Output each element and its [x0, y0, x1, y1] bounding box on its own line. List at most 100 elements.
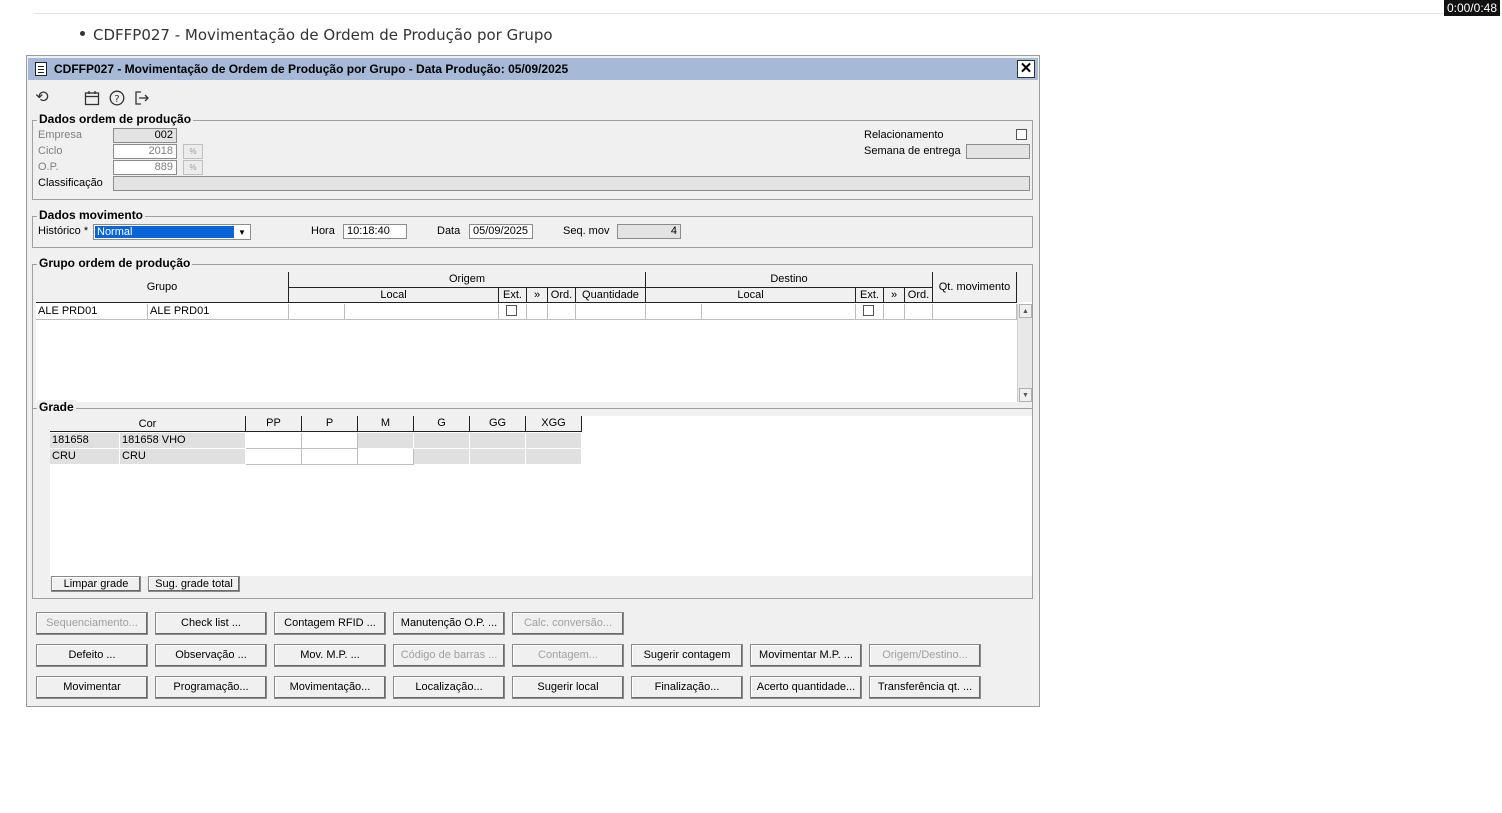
- grade-title: Grade: [37, 400, 76, 414]
- sugestao-grade-total-button[interactable]: Sug. grade total: [148, 576, 240, 592]
- window-titlebar[interactable]: CDFFP027 - Movimentação de Ordem de Prod…: [28, 58, 1038, 80]
- contagem-rfid-button[interactable]: Contagem RFID ...: [274, 612, 386, 635]
- relacionamento-checkbox[interactable]: [1016, 129, 1027, 140]
- row-origem-ext-checkbox[interactable]: [506, 305, 517, 316]
- sugerir-contagem-button[interactable]: Sugerir contagem: [631, 644, 743, 667]
- grade-cell-pp[interactable]: [246, 449, 302, 465]
- data-field[interactable]: 05/09/2025: [469, 224, 533, 239]
- manutencao-op-button[interactable]: Manutenção O.P. ...: [393, 612, 505, 635]
- grade-row-desc[interactable]: 181658 VHO: [120, 433, 246, 449]
- origem-destino-button[interactable]: Origem/Destino...: [869, 644, 981, 667]
- movimentacao-button[interactable]: Movimentação...: [274, 676, 386, 699]
- row-destino-arrows[interactable]: [884, 304, 905, 320]
- grade-cell-p[interactable]: [302, 449, 358, 465]
- col-header-origem-quantidade: Quantidade: [576, 288, 646, 303]
- mov-mp-button[interactable]: Mov. M.P. ...: [274, 644, 386, 667]
- op-field[interactable]: 889: [113, 160, 177, 175]
- row-origem-quantidade[interactable]: [576, 304, 646, 320]
- historico-selected-value: Normal: [95, 226, 234, 238]
- contagem-button[interactable]: Contagem...: [512, 644, 624, 667]
- row-grupo-code[interactable]: ALE PRD01: [36, 304, 148, 320]
- data-label: Data: [437, 225, 461, 237]
- col-header-destino-ext: Ext.: [856, 288, 884, 303]
- semana-entrega-label: Semana de entrega: [864, 145, 961, 157]
- col-header-origem-ord: Ord.: [548, 288, 576, 303]
- exit-icon[interactable]: [132, 88, 152, 108]
- grade-cell-g: [414, 449, 470, 465]
- row-destino-ext-checkbox[interactable]: [863, 305, 874, 316]
- grade-cell-m: [358, 433, 414, 449]
- grade-cell-g: [414, 433, 470, 449]
- movimentar-mp-button[interactable]: Movimentar M.P. ...: [750, 644, 862, 667]
- row-destino-local-code[interactable]: [646, 304, 702, 320]
- chevron-down-icon[interactable]: ▼: [235, 226, 249, 238]
- grade-cell-gg: [470, 433, 526, 449]
- historico-label: Histórico *: [38, 225, 89, 237]
- ciclo-label: Ciclo: [38, 145, 63, 157]
- row-origem-ord[interactable]: [548, 304, 576, 320]
- grade-divider: [32, 408, 1033, 409]
- help-icon[interactable]: ?: [107, 88, 127, 108]
- col-header-origem: Origem: [289, 272, 646, 288]
- finalizacao-button[interactable]: Finalização...: [631, 676, 743, 699]
- row-origem-local-code[interactable]: [289, 304, 345, 320]
- col-header-origem-ext: Ext.: [499, 288, 527, 303]
- row-grupo-desc[interactable]: ALE PRD01: [148, 304, 289, 320]
- sugerir-local-button[interactable]: Sugerir local: [512, 676, 624, 699]
- limpar-grade-button[interactable]: Limpar grade: [51, 576, 141, 592]
- page-heading: CDFFP027 - Movimentação de Ordem de Prod…: [80, 26, 553, 44]
- ciclo-field[interactable]: 2018: [113, 144, 177, 159]
- seq-mov-label: Seq. mov: [563, 225, 610, 237]
- document-icon: [35, 62, 47, 76]
- empresa-label: Empresa: [38, 129, 83, 141]
- grade-col-header-g: G: [414, 416, 470, 432]
- grade-cell-m[interactable]: [358, 449, 414, 465]
- acerto-quantidade-button[interactable]: Acerto quantidade...: [750, 676, 862, 699]
- observacao-button[interactable]: Observação ...: [155, 644, 267, 667]
- seq-mov-field: 4: [617, 224, 681, 239]
- grupo-table-scrollbar[interactable]: ▲ ▼: [1017, 304, 1032, 402]
- grade-row-desc[interactable]: CRU: [120, 449, 246, 465]
- col-header-destino: Destino: [646, 272, 933, 288]
- grade-row-code[interactable]: CRU: [50, 449, 120, 465]
- calc-conversao-button[interactable]: Calc. conversão...: [512, 612, 624, 635]
- scroll-up-icon[interactable]: ▲: [1019, 304, 1032, 318]
- grade-col-header-pp: PP: [246, 416, 302, 432]
- row-origem-ext-cell: [499, 304, 527, 320]
- row-destino-ord[interactable]: [905, 304, 933, 320]
- transferencia-qt-button[interactable]: Transferência qt. ...: [869, 676, 981, 699]
- classificacao-field: [113, 176, 1030, 191]
- op-label: O.P.: [38, 161, 59, 173]
- grade-cell-gg: [470, 449, 526, 465]
- historico-select[interactable]: Normal ▼: [93, 224, 251, 240]
- grade-cell-xgg: [526, 433, 582, 449]
- localizacao-button[interactable]: Localização...: [393, 676, 505, 699]
- row-origem-arrows[interactable]: [527, 304, 548, 320]
- defeito-button[interactable]: Defeito ...: [36, 644, 148, 667]
- dados-movimento-title: Dados movimento: [37, 208, 146, 222]
- hora-field[interactable]: 10:18:40: [343, 224, 407, 239]
- grade-cell-p[interactable]: [302, 433, 358, 449]
- op-lookup-button[interactable]: %: [183, 160, 203, 175]
- grade-row-code[interactable]: 181658: [50, 433, 120, 449]
- ciclo-lookup-button[interactable]: %: [183, 144, 203, 159]
- grade-col-header-m: M: [358, 416, 414, 432]
- sequenciamento-button[interactable]: Sequenciamento...: [36, 612, 148, 635]
- refresh-icon[interactable]: ⟲: [32, 88, 52, 108]
- movimentar-button[interactable]: Movimentar: [36, 676, 148, 699]
- grade-cell-pp[interactable]: [246, 433, 302, 449]
- row-origem-local-desc[interactable]: [345, 304, 499, 320]
- close-button[interactable]: ✕: [1017, 60, 1035, 78]
- row-destino-local-desc[interactable]: [702, 304, 856, 320]
- video-timer: 0:00/0:48: [1443, 0, 1500, 16]
- row-qt-movimento[interactable]: [933, 304, 1017, 320]
- grade-col-header-xgg: XGG: [526, 416, 582, 432]
- codigo-barras-button[interactable]: Código de barras ...: [393, 644, 505, 667]
- semana-entrega-field: [966, 144, 1030, 159]
- grade-col-header-p: P: [302, 416, 358, 432]
- hora-label: Hora: [311, 225, 335, 237]
- scroll-down-icon[interactable]: ▼: [1019, 388, 1032, 402]
- programacao-button[interactable]: Programação...: [155, 676, 267, 699]
- calendar-icon[interactable]: [82, 88, 102, 108]
- check-list-button[interactable]: Check list ...: [155, 612, 267, 635]
